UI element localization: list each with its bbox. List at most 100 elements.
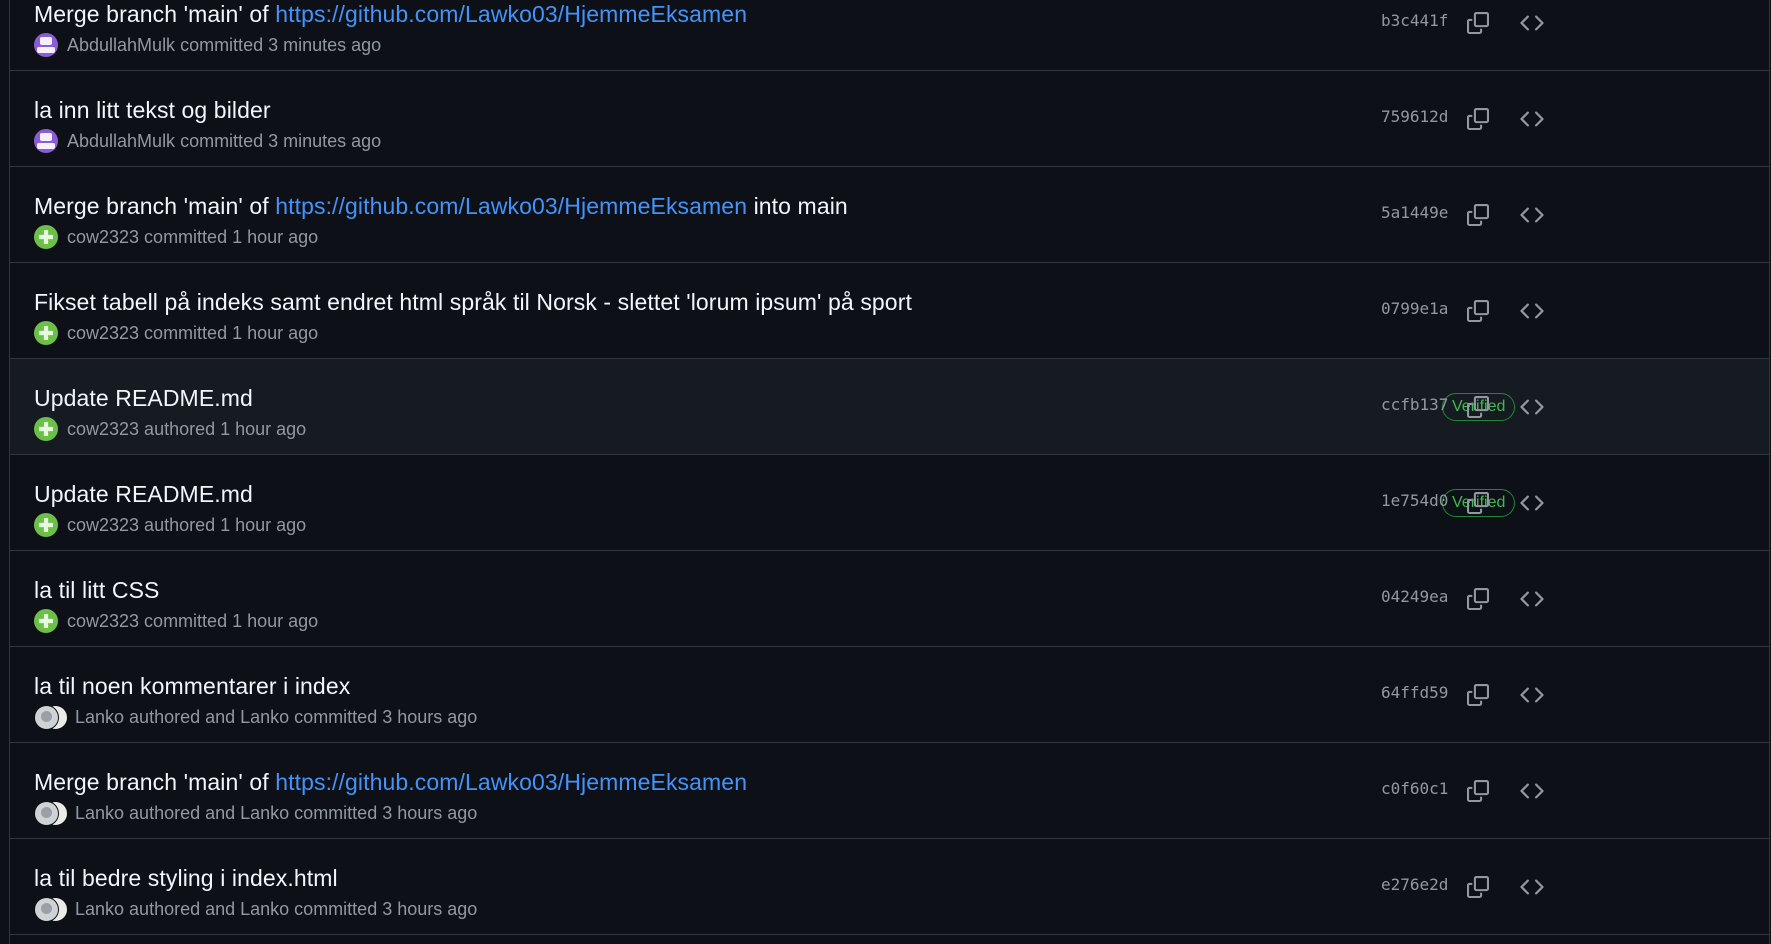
copy-sha-button[interactable]	[1462, 7, 1494, 39]
commit-message: Merge branch 'main' of https://github.co…	[34, 193, 848, 220]
commit-meta: cow2323 committed 1 hour ago	[34, 224, 318, 250]
avatar[interactable]	[34, 609, 58, 633]
avatar-pair[interactable]	[34, 896, 68, 922]
commit-sha[interactable]: e276e2d	[1381, 875, 1448, 894]
copy-sha-button[interactable]	[1462, 775, 1494, 807]
commit-message: la til litt CSS	[34, 577, 159, 604]
commit-row: la inn litt tekst og bilder AbdullahMulk …	[10, 71, 1769, 167]
commit-sha[interactable]: 5a1449e	[1381, 203, 1448, 222]
code-icon	[1520, 491, 1544, 515]
commit-sha[interactable]: 64ffd59	[1381, 683, 1448, 702]
commit-row: Update README.md cow2323 authored 1 hour …	[10, 359, 1769, 455]
commit-message-link[interactable]: https://github.com/Lawko03/HjemmeEksamen	[275, 193, 747, 219]
commit-row: la til litt CSS cow2323 committed 1 hour …	[10, 551, 1769, 647]
copy-sha-button[interactable]	[1462, 199, 1494, 231]
commit-message-link[interactable]: https://github.com/Lawko03/HjemmeEksamen	[275, 1, 747, 27]
commit-author-info: cow2323 committed 1 hour ago	[67, 610, 319, 631]
commit-message-text: Update README.md	[34, 481, 253, 507]
browse-repo-button[interactable]	[1516, 7, 1548, 39]
commit-author-info: Lanko authored and Lanko committed 3 hou…	[75, 898, 478, 919]
copy-sha-button[interactable]	[1462, 103, 1494, 135]
commit-meta: AbdullahMulk committed 3 minutes ago	[34, 128, 381, 154]
copy-sha-button[interactable]	[1462, 871, 1494, 903]
commit-message-text: Merge branch 'main' of	[34, 769, 276, 795]
avatar[interactable]	[34, 801, 59, 826]
avatar[interactable]	[34, 225, 58, 249]
copy-sha-button[interactable]	[1462, 487, 1494, 519]
avatar[interactable]	[34, 513, 58, 537]
commit-author-info: Lanko authored and Lanko committed 3 hou…	[75, 706, 478, 727]
avatar-pair[interactable]	[34, 704, 68, 730]
avatar[interactable]	[34, 417, 58, 441]
avatar[interactable]	[34, 33, 58, 57]
commit-message: Update README.md	[34, 481, 253, 508]
browse-repo-button[interactable]	[1516, 775, 1548, 807]
avatar[interactable]	[34, 897, 59, 922]
commit-list: Merge branch 'main' of https://github.co…	[10, 0, 1769, 935]
commit-message: la inn litt tekst og bilder	[34, 97, 271, 124]
copy-icon	[1467, 588, 1489, 610]
code-icon	[1520, 683, 1544, 707]
browse-repo-button[interactable]	[1516, 871, 1548, 903]
commit-message-text: la til bedre styling i index.html	[34, 865, 338, 891]
commit-sha[interactable]: b3c441f	[1381, 11, 1448, 30]
browse-repo-button[interactable]	[1516, 391, 1548, 423]
commit-message-text: into main	[747, 193, 848, 219]
commit-message-text: la til noen kommentarer i index	[34, 673, 351, 699]
copy-sha-button[interactable]	[1462, 391, 1494, 423]
avatar[interactable]	[34, 705, 59, 730]
commit-message: Fikset tabell på indeks samt endret html…	[34, 289, 912, 316]
browse-repo-button[interactable]	[1516, 583, 1548, 615]
commit-row: Merge branch 'main' of https://github.co…	[10, 167, 1769, 263]
commit-meta: cow2323 authored 1 hour ago	[34, 512, 306, 538]
copy-sha-button[interactable]	[1462, 679, 1494, 711]
browse-repo-button[interactable]	[1516, 103, 1548, 135]
avatar[interactable]	[34, 321, 58, 345]
avatar[interactable]	[34, 129, 58, 153]
copy-icon	[1467, 204, 1489, 226]
avatar-pair[interactable]	[34, 800, 68, 826]
commit-sha[interactable]: 0799e1a	[1381, 299, 1448, 318]
right-border	[1769, 0, 1770, 944]
copy-sha-button[interactable]	[1462, 583, 1494, 615]
commit-author-info: AbdullahMulk committed 3 minutes ago	[67, 130, 382, 151]
commit-message: Merge branch 'main' of https://github.co…	[34, 769, 747, 796]
commit-meta: cow2323 authored 1 hour ago	[34, 416, 306, 442]
commit-meta: AbdullahMulk committed 3 minutes ago	[34, 32, 381, 58]
commit-author-info: cow2323 committed 1 hour ago	[67, 322, 319, 343]
copy-icon	[1467, 684, 1489, 706]
commit-sha[interactable]: 759612d	[1381, 107, 1448, 126]
browse-repo-button[interactable]	[1516, 487, 1548, 519]
copy-icon	[1467, 396, 1489, 418]
browse-repo-button[interactable]	[1516, 295, 1548, 327]
copy-sha-button[interactable]	[1462, 295, 1494, 327]
commit-meta: cow2323 committed 1 hour ago	[34, 608, 318, 634]
commit-author-info: cow2323 committed 1 hour ago	[67, 226, 319, 247]
commit-row: Merge branch 'main' of https://github.co…	[10, 0, 1769, 71]
commit-message-text: la til litt CSS	[34, 577, 160, 603]
commit-message-text: Merge branch 'main' of	[34, 1, 276, 27]
code-icon	[1520, 875, 1544, 899]
code-icon	[1520, 587, 1544, 611]
copy-icon	[1467, 108, 1489, 130]
commit-row: Update README.md cow2323 authored 1 hour …	[10, 455, 1769, 551]
commit-message-link[interactable]: https://github.com/Lawko03/HjemmeEksamen	[275, 769, 747, 795]
commit-author-info: AbdullahMulk committed 3 minutes ago	[67, 34, 382, 55]
browse-repo-button[interactable]	[1516, 199, 1548, 231]
code-icon	[1520, 203, 1544, 227]
commit-author-info: cow2323 authored 1 hour ago	[67, 514, 307, 535]
commit-meta: Lanko authored and Lanko committed 3 hou…	[34, 704, 477, 730]
commit-message: la til bedre styling i index.html	[34, 865, 338, 892]
commit-row: la til noen kommentarer i index Lanko aut…	[10, 647, 1769, 743]
code-icon	[1520, 395, 1544, 419]
commit-message: la til noen kommentarer i index	[34, 673, 350, 700]
browse-repo-button[interactable]	[1516, 679, 1548, 711]
code-icon	[1520, 11, 1544, 35]
copy-icon	[1467, 492, 1489, 514]
commit-sha[interactable]: ccfb137	[1381, 395, 1448, 414]
commit-sha[interactable]: c0f60c1	[1381, 779, 1448, 798]
copy-icon	[1467, 780, 1489, 802]
commit-message-text: Fikset tabell på indeks samt endret html…	[34, 289, 912, 315]
commit-sha[interactable]: 1e754d0	[1381, 491, 1448, 510]
commit-sha[interactable]: 04249ea	[1381, 587, 1448, 606]
